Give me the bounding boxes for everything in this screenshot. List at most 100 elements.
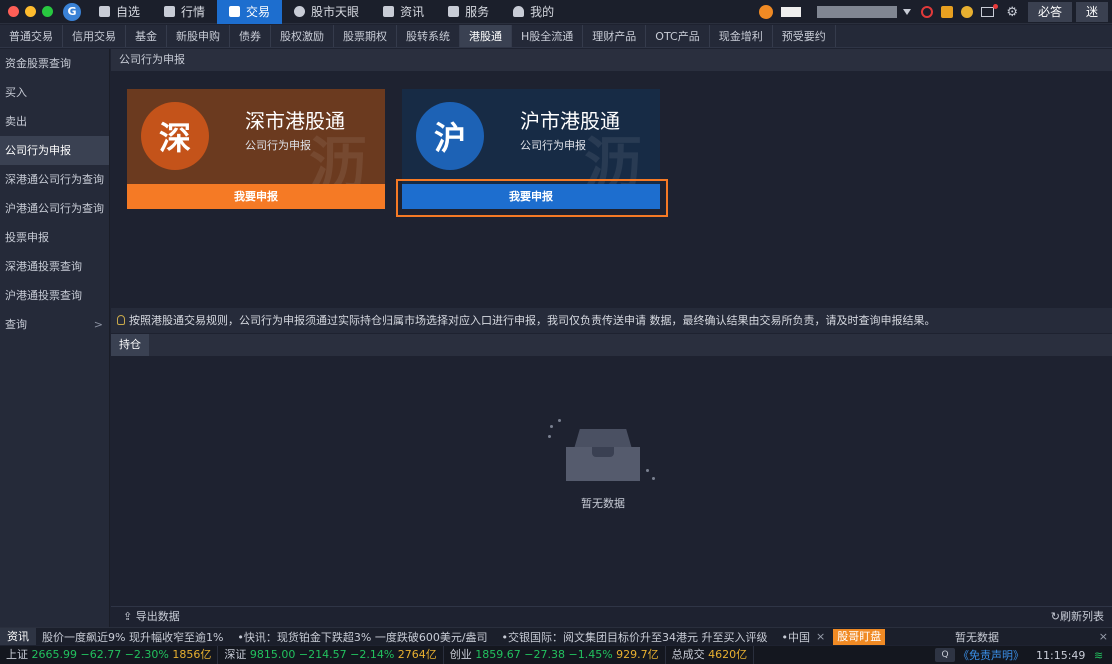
sz-card: 沥 深 深市港股通 公司行为申报	[127, 89, 385, 184]
tab-fund[interactable]: 基金	[126, 25, 167, 47]
notice-text: 按照港股通交易规则，公司行为申报须通过实际持仓归属市场选择对应入口进行申报，我司…	[129, 314, 936, 327]
page-title: 公司行为申报	[111, 49, 1112, 71]
account-dropdown-icon[interactable]	[903, 9, 912, 15]
tab-ipo[interactable]: 新股申购	[167, 25, 230, 47]
bida-button[interactable]: 必答	[1027, 2, 1072, 22]
index-cy[interactable]: 创业 1859.67 −27.38 −1.45% 929.7亿	[444, 646, 666, 664]
tab-cash[interactable]: 现金增利	[710, 25, 773, 47]
empty-state: 暂无数据	[548, 419, 655, 511]
tab-credit[interactable]: 信用交易	[63, 25, 126, 47]
news-label[interactable]: 资讯	[0, 628, 36, 645]
sidebar-item-sh-corp-query[interactable]: 沪港通公司行为查询	[0, 194, 109, 223]
gear-icon[interactable]: ⚙	[1006, 5, 1018, 20]
tab-holdings[interactable]: 持仓	[111, 334, 149, 356]
sidebar-item-sz-corp-query[interactable]: 深港通公司行为查询	[0, 165, 109, 194]
account-name-redacted	[781, 7, 802, 17]
nav-watchlist[interactable]: 自选	[87, 0, 152, 24]
nav-news[interactable]: 资讯	[371, 0, 436, 24]
main-panel: 公司行为申报 沥 深 深市港股通 公司行为申报 我要申报 沥 沪 沪市港股通 公…	[111, 49, 1112, 627]
tab-normal[interactable]: 普通交易	[0, 25, 63, 47]
lock-icon[interactable]	[941, 6, 954, 18]
sidebar-item-fund-query[interactable]: 资金股票查询	[0, 49, 109, 78]
nav-market[interactable]: 行情	[152, 0, 217, 24]
sh-card: 沥 沪 沪市港股通 公司行为申报	[402, 89, 660, 184]
top-right-tools: ⚙ 必答 迷	[759, 0, 1112, 24]
tab-h-share[interactable]: H股全流通	[512, 25, 584, 47]
index-sz[interactable]: 深证 9815.00 −214.57 −2.14% 2764亿	[218, 646, 444, 664]
sz-card-subtitle: 公司行为申报	[245, 139, 311, 152]
tab-neeq[interactable]: 股转系统	[397, 25, 460, 47]
service-icon	[448, 6, 460, 17]
empty-box-icon	[548, 419, 655, 481]
chart-icon	[164, 6, 176, 17]
power-icon[interactable]	[921, 6, 934, 18]
news-item[interactable]: 股价一度飙近9% 现升幅收窄至逾1%	[42, 629, 223, 645]
tab-wealth[interactable]: 理财产品	[583, 25, 647, 47]
total-turnover: 总成交 4620亿	[666, 646, 755, 664]
tab-otc[interactable]: OTC产品	[646, 25, 710, 47]
tab-hk-connect[interactable]: 港股通	[460, 25, 512, 47]
nav-eye[interactable]: 股市天眼	[282, 0, 371, 24]
trade-icon	[229, 6, 241, 17]
list-footer: ⇪ 导出数据 ↻刷新列表	[111, 606, 1112, 627]
sh-badge: 沪	[416, 102, 484, 170]
ticker-nodata: 暂无数据	[955, 630, 999, 644]
sidebar-item-corp-action[interactable]: 公司行为申报	[0, 136, 109, 165]
sidebar-item-sz-vote-query[interactable]: 深港通投票查询	[0, 252, 109, 281]
disclaimer-link[interactable]: 《免责声明》	[958, 647, 1024, 663]
notice-bar: 按照港股通交易规则，公司行为申报须通过实际持仓归属市场选择对应入口进行申报，我司…	[111, 308, 1112, 333]
focus-highlight	[396, 179, 668, 217]
sidebar-item-query[interactable]: 查询 >	[0, 310, 109, 339]
coin-icon[interactable]	[961, 6, 974, 18]
stock-watch-badge[interactable]: 股哥盯盘	[833, 628, 886, 645]
nav-mine[interactable]: 我的	[501, 0, 566, 24]
news-icon	[383, 6, 395, 17]
empty-text: 暂无数据	[581, 497, 625, 510]
news-ticker: 资讯 股价一度飙近9% 现升幅收窄至逾1% •快讯：现货铂金下跌超3% 一度跌破…	[0, 627, 1112, 645]
top-bar: G 自选 行情 交易 股市天眼 资讯 服务 我的 ⚙ 必答 迷	[0, 0, 1112, 24]
export-button[interactable]: ⇪ 导出数据	[123, 607, 180, 627]
eye-icon	[294, 6, 306, 17]
trade-tabs: 普通交易 信用交易 基金 新股申购 债券 股权激励 股票期权 股转系统 港股通 …	[0, 25, 1112, 48]
refresh-button[interactable]: ↻刷新列表	[1051, 607, 1104, 627]
news-item[interactable]: •中国	[782, 629, 811, 645]
sidebar-item-sell[interactable]: 卖出	[0, 107, 109, 136]
close-window-button[interactable]	[8, 6, 19, 17]
sh-card-title: 沪市港股通	[520, 109, 620, 133]
star-square-icon	[99, 6, 110, 17]
tab-options[interactable]: 股票期权	[334, 25, 397, 47]
clock: 11:15:49	[1036, 648, 1086, 662]
index-sh[interactable]: 上证 2665.99 −62.77 −2.30% 1856亿	[0, 646, 219, 664]
news-item[interactable]: •交银国际：阅文集团目标价升至34港元 升至买入评级	[502, 629, 768, 645]
sidebar-item-vote[interactable]: 投票申报	[0, 223, 109, 252]
news-item[interactable]: •快讯：现货铂金下跌超3% 一度跌破600美元/盎司	[237, 629, 487, 645]
tab-bond[interactable]: 债券	[230, 25, 271, 47]
nav-trade[interactable]: 交易	[217, 0, 283, 24]
close-icon[interactable]: ×	[1099, 630, 1108, 643]
wifi-icon: ≋	[1094, 648, 1104, 662]
nav-service[interactable]: 服务	[436, 0, 501, 24]
sz-card-title: 深市港股通	[245, 109, 345, 133]
index-status-bar: 上证 2665.99 −62.77 −2.30% 1856亿 深证 9815.0…	[0, 646, 1112, 664]
sz-badge: 深	[141, 102, 209, 170]
chevron-right-icon: >	[93, 318, 103, 331]
sh-card-subtitle: 公司行为申报	[520, 139, 586, 152]
tab-tender[interactable]: 预受要约	[773, 25, 836, 47]
tab-equity-incentive[interactable]: 股权激励	[271, 25, 334, 47]
search-icon[interactable]: Q	[935, 648, 955, 662]
maximize-window-button[interactable]	[42, 6, 53, 17]
mi-button[interactable]: 迷	[1075, 2, 1108, 22]
sz-apply-button[interactable]: 我要申报	[127, 184, 385, 209]
avatar[interactable]	[759, 5, 774, 19]
minimize-window-button[interactable]	[25, 6, 36, 17]
position-tabs: 持仓	[111, 334, 1112, 356]
sidebar-item-sh-vote-query[interactable]: 沪港通投票查询	[0, 281, 109, 310]
account-id-redacted	[817, 6, 898, 18]
mail-icon[interactable]	[981, 4, 999, 17]
sidebar: 资金股票查询 买入 卖出 公司行为申报 深港通公司行为查询 沪港通公司行为查询 …	[0, 49, 110, 627]
app-logo-icon: G	[63, 2, 81, 21]
window-controls	[8, 6, 53, 17]
lightbulb-icon	[117, 315, 125, 325]
sidebar-item-buy[interactable]: 买入	[0, 78, 109, 107]
close-icon[interactable]: ×	[816, 630, 825, 643]
